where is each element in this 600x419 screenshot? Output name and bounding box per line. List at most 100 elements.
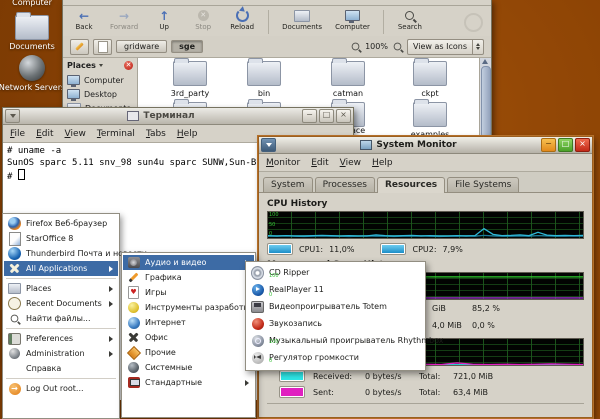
submenu-item-games[interactable]: ♥ Игры xyxy=(123,285,254,300)
network-sent-row: Sent: 0 bytes/s Total: 63,4 MiB xyxy=(279,386,584,398)
close-button[interactable]: × xyxy=(336,109,351,123)
menu-monitor[interactable]: Monitor xyxy=(266,158,300,168)
folder-examples[interactable]: examples xyxy=(398,102,462,139)
toolbar-separator xyxy=(383,10,384,34)
forward-button[interactable]: → Forward xyxy=(110,9,138,31)
menu-item-all-applications[interactable]: All Applications xyxy=(4,261,118,276)
menu-item-recent-documents[interactable]: Recent Documents xyxy=(4,296,118,311)
memory-axis-labels: 1000 xyxy=(269,273,279,299)
menu-item-logout[interactable]: → Log Out root... xyxy=(4,381,118,396)
location-note-button[interactable] xyxy=(93,39,112,55)
menu-item-find-files[interactable]: Найти файлы... xyxy=(4,311,118,326)
window-menu-button[interactable] xyxy=(5,109,20,123)
scrollbar-thumb[interactable] xyxy=(481,66,491,138)
zoom-out-icon[interactable] xyxy=(352,43,360,51)
menu-help[interactable]: Help xyxy=(177,129,198,139)
sidebar-item-desktop[interactable]: Desktop xyxy=(63,87,137,101)
submenu-item-audio-video[interactable]: Аудио и видео xyxy=(123,255,254,270)
folder-bin[interactable]: bin xyxy=(232,61,296,98)
maximize-button[interactable]: □ xyxy=(558,138,573,152)
maximize-button[interactable]: □ xyxy=(319,109,334,123)
computer-button[interactable]: Computer xyxy=(335,9,370,31)
submenu-item-accessories[interactable]: Стандартные xyxy=(123,375,254,390)
staroffice-icon xyxy=(8,232,21,245)
tab-processes[interactable]: Processes xyxy=(315,177,375,192)
cpu2-color-swatch[interactable] xyxy=(380,243,406,255)
menu-item-firefox[interactable]: Firefox Веб-браузер xyxy=(4,216,118,231)
system-monitor-titlebar[interactable]: System Monitor − □ × xyxy=(259,137,592,154)
cpu-legend: CPU1: 11,0% CPU2: 7,9% xyxy=(267,243,584,255)
breadcrumb-sge[interactable]: sge xyxy=(171,40,203,53)
sidebar-close-icon[interactable]: ✕ xyxy=(124,61,133,70)
desktop-icon-label: Computer xyxy=(12,0,52,7)
reload-icon xyxy=(236,9,249,22)
menu-item-administration[interactable]: Administration xyxy=(4,346,118,361)
up-button[interactable]: ↑ Up xyxy=(151,9,177,31)
submenu-item-other[interactable]: Прочие xyxy=(123,345,254,360)
menu-separator xyxy=(6,278,116,279)
tab-system[interactable]: System xyxy=(263,177,313,192)
desktop-icon-documents[interactable]: Documents xyxy=(0,15,64,51)
places-title[interactable]: Places xyxy=(67,61,96,70)
search-icon xyxy=(8,312,21,325)
close-button[interactable]: × xyxy=(575,138,590,152)
menu-terminal[interactable]: Terminal xyxy=(97,129,135,139)
menu-view[interactable]: View xyxy=(340,158,361,168)
submenu-item-sound-recorder[interactable]: Звукозапись xyxy=(247,315,424,332)
search-button[interactable]: Search xyxy=(397,9,423,31)
folder-ckpt[interactable]: ckpt xyxy=(398,61,462,98)
menu-edit[interactable]: Edit xyxy=(311,158,328,168)
back-button[interactable]: ← Back xyxy=(71,9,97,31)
breadcrumb-gridware[interactable]: gridware xyxy=(116,40,167,53)
submenu-item-development[interactable]: Инструменты разработки xyxy=(123,300,254,315)
cpu1-color-swatch[interactable] xyxy=(267,243,293,255)
documents-button[interactable]: Documents xyxy=(282,9,322,31)
menu-item-staroffice[interactable]: StarOffice 8 xyxy=(4,231,118,246)
system-sphere-icon xyxy=(127,361,140,374)
minimize-button[interactable]: − xyxy=(302,109,317,123)
received-rate: 0 bytes/s xyxy=(365,372,411,381)
window-menu-button[interactable] xyxy=(261,138,276,152)
submenu-arrow-icon xyxy=(109,266,113,272)
throbber-icon xyxy=(464,13,483,32)
accessories-icon xyxy=(127,376,140,389)
scroll-up-icon[interactable] xyxy=(482,59,488,64)
folder-3rd-party[interactable]: 3rd_party xyxy=(158,61,222,98)
submenu-item-totem[interactable]: Видеопроигрыватель Totem xyxy=(247,298,424,315)
zoom-in-icon[interactable] xyxy=(394,43,402,51)
tab-resources[interactable]: Resources xyxy=(377,177,445,193)
cpu-axis-labels: 100500 xyxy=(269,212,279,238)
sent-color-swatch[interactable] xyxy=(279,386,305,398)
desktop-icon-network-servers[interactable]: Network Servers xyxy=(0,55,64,92)
menu-file[interactable]: File xyxy=(10,129,25,139)
submenu-item-office[interactable]: Офис xyxy=(123,330,254,345)
menu-item-help[interactable]: ? Справка xyxy=(4,361,118,376)
submenu-arrow-icon xyxy=(109,301,113,307)
menu-tabs[interactable]: Tabs xyxy=(146,129,166,139)
stop-button[interactable]: ✕ Stop xyxy=(190,9,216,31)
menu-edit[interactable]: Edit xyxy=(36,129,53,139)
received-color-swatch[interactable] xyxy=(279,370,305,382)
office-icon xyxy=(127,331,140,344)
menu-help[interactable]: Help xyxy=(372,158,393,168)
submenu-item-internet[interactable]: Интернет xyxy=(123,315,254,330)
help-icon: ? xyxy=(8,362,21,375)
menu-item-places[interactable]: Places xyxy=(4,281,118,296)
menu-item-preferences[interactable]: Preferences xyxy=(4,331,118,346)
submenu-item-system[interactable]: Системные xyxy=(123,360,254,375)
view-mode-select[interactable]: View as Icons xyxy=(407,39,484,55)
sidebar-item-computer[interactable]: Computer xyxy=(63,73,137,87)
desktop-icon-computer[interactable]: Computer xyxy=(0,0,64,7)
folder-catman[interactable]: catman xyxy=(316,61,380,98)
tab-file-systems[interactable]: File Systems xyxy=(447,177,519,192)
terminal-titlebar[interactable]: Терминал − □ × xyxy=(3,108,353,125)
minimize-button[interactable]: − xyxy=(541,138,556,152)
menu-view[interactable]: View xyxy=(65,129,86,139)
submenu-item-graphics[interactable]: Графика xyxy=(123,270,254,285)
edit-location-button[interactable] xyxy=(70,39,89,55)
received-total-label: Total: xyxy=(419,372,445,381)
menu-separator xyxy=(6,328,116,329)
cpu-history-heading: CPU History xyxy=(267,199,584,209)
reload-button[interactable]: Reload xyxy=(229,9,255,31)
menu-item-thunderbird[interactable]: Thunderbird Почта и новости xyxy=(4,246,118,261)
